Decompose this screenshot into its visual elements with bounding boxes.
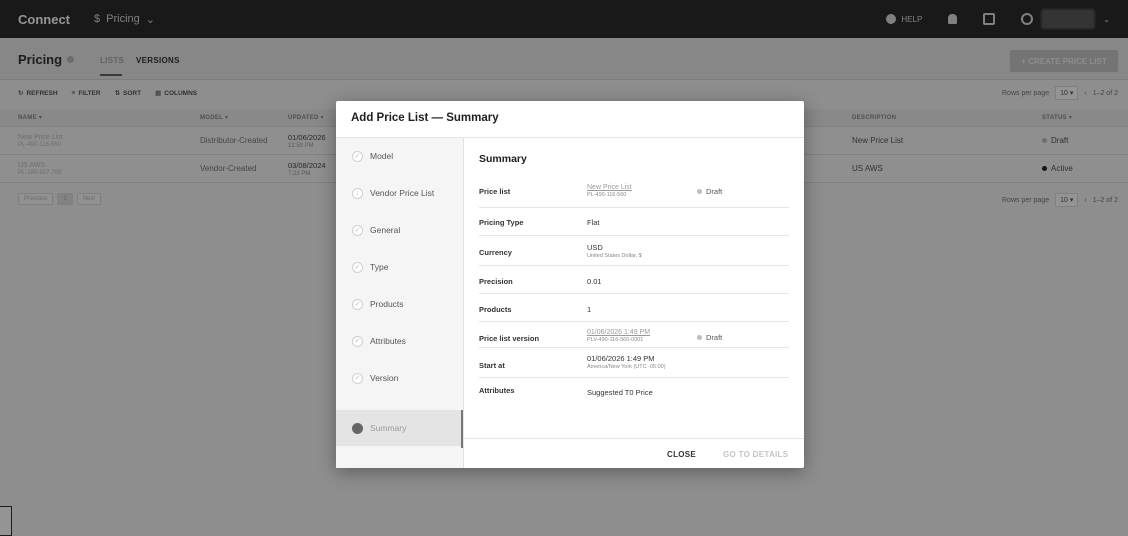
row-label: Price list version [479,334,540,343]
row-label: Attributes [479,386,515,395]
step-general[interactable]: ✓ General [336,212,464,248]
status-dot [697,189,702,194]
step-label: Model [370,151,394,161]
summary-row-pricing-type: Pricing Type Flat [479,208,789,236]
summary-row-attributes: Attributes Suggested T0 Price [479,378,789,406]
status-badge: Draft [697,187,722,196]
start-datetime: 01/06/2026 1:49 PM [587,354,655,363]
start-value: 01/06/2026 1:49 PM America/New York (UTC… [587,354,666,370]
check-icon: ✓ [352,372,363,384]
currency-value: USD United States Dollar, $ [587,243,642,259]
step-attributes[interactable]: ✓ Attributes [336,323,464,359]
step-label: Summary [370,423,407,433]
attributes-value: Suggested T0 Price [587,388,653,397]
current-step-icon [352,422,363,434]
start-timezone: America/New York (UTC -05:00) [587,364,666,370]
price-list-id: PL-490-116-560 [587,192,627,198]
step-products[interactable]: ✓ Products [336,286,464,322]
step-label: Vendor Price List [370,188,435,198]
status-text: Draft [706,187,723,196]
divider [464,438,804,439]
active-step-indicator [461,410,463,448]
version-id: PLV-490-116-560-0001 [587,337,644,343]
status-text: Draft [706,333,723,342]
summary-row-price-list: Price list New Price List PL-490-116-560… [479,172,789,208]
summary-row-currency: Currency USD United States Dollar, $ [479,236,789,266]
row-label: Precision [479,277,513,286]
check-icon: ✓ [352,335,363,347]
step-label: Version [370,373,399,383]
version-value: 01/06/2026 1:49 PM PLV-490-116-560-0001 [587,327,650,343]
summary-row-price-list-version: Price list version 01/06/2026 1:49 PM PL… [479,322,789,348]
summary-row-products: Products 1 [479,294,789,322]
step-label: Attributes [370,336,406,346]
step-label: Products [370,299,404,309]
step-type[interactable]: ✓ Type [336,249,464,285]
step-version[interactable]: ✓ Version [336,360,464,396]
row-label: Currency [479,248,512,257]
step-label: General [370,225,401,235]
status-dot [697,335,702,340]
row-label: Products [479,305,512,314]
check-icon: ✓ [352,150,363,162]
wizard-stepper: ✓ Model ↓ Vendor Price List ✓ General ✓ Type… [336,138,464,468]
dialog-title: Add Price List — Summary [351,112,499,124]
step-summary[interactable]: Summary [336,410,464,446]
pricing-type-value: Flat [587,218,600,227]
row-label: Price list [479,187,511,196]
check-icon: ✓ [352,298,363,310]
step-model[interactable]: ✓ Model [336,138,464,174]
precision-value: 0.01 [587,277,602,286]
currency-name: United States Dollar, $ [587,253,642,259]
status-badge: Draft [697,333,722,342]
arrow-down-icon: ↓ [352,187,363,199]
step-label: Type [370,262,389,272]
summary-title: Summary [479,153,527,165]
step-vendor-price-list[interactable]: ↓ Vendor Price List [336,175,464,211]
summary-row-start-at: Start at 01/06/2026 1:49 PM America/New … [479,348,789,378]
summary-row-precision: Precision 0.01 [479,266,789,294]
row-label: Pricing Type [479,218,524,227]
row-label: Start at [479,361,505,370]
close-button[interactable]: CLOSE [667,450,696,459]
price-list-value: New Price List PL-490-116-560 [587,182,632,198]
currency-code: USD [587,243,603,252]
summary-panel: Summary Price list New Price List PL-490… [464,138,804,438]
add-price-list-dialog: Add Price List — Summary ✓ Model ↓ Vendor … [336,101,804,468]
check-icon: ✓ [352,224,363,236]
version-link[interactable]: 01/06/2026 1:49 PM [587,329,650,336]
check-icon: ✓ [352,261,363,273]
go-to-details-button[interactable]: GO TO DETAILS [723,450,788,459]
products-value: 1 [587,305,592,314]
price-list-link[interactable]: New Price List [587,184,632,191]
